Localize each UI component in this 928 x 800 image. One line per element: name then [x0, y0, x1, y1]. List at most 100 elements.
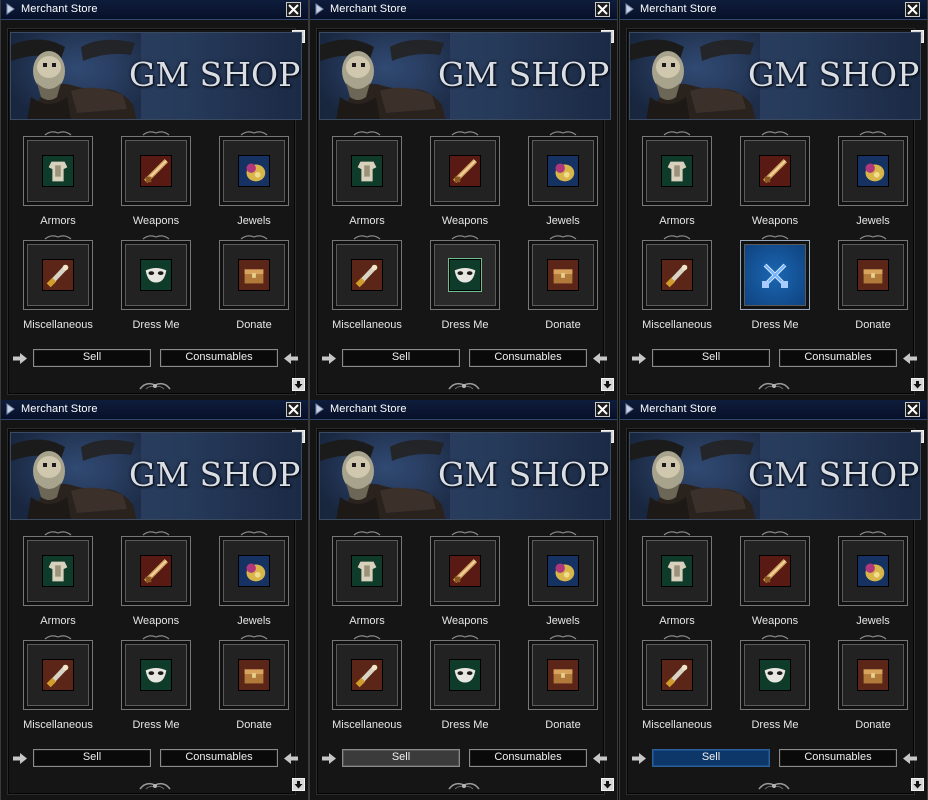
sell-button[interactable]: Sell — [33, 749, 151, 767]
arrow-down-icon — [913, 381, 922, 389]
consumables-button[interactable]: Consumables — [160, 749, 278, 767]
category-slot-jewels[interactable] — [219, 136, 289, 206]
close-button[interactable] — [905, 2, 920, 17]
category-label: Weapons — [441, 615, 489, 627]
category-slot-jewels[interactable] — [219, 536, 289, 606]
category-slot-jewels[interactable] — [838, 136, 908, 206]
category-slot-jewels[interactable] — [528, 536, 598, 606]
merchant-store-window-4: Merchant Store GM SHOP Armors Weapons Je… — [0, 400, 309, 800]
category-slot-miscellaneous[interactable] — [23, 640, 93, 710]
close-button[interactable] — [595, 2, 610, 17]
close-icon — [597, 4, 608, 15]
close-button[interactable] — [905, 402, 920, 417]
armor-icon — [661, 555, 693, 587]
category-slot-donate[interactable] — [528, 240, 598, 310]
shop-banner: GM SHOP — [629, 432, 921, 520]
category-slot-armors[interactable] — [23, 536, 93, 606]
category-slot-weapons[interactable] — [740, 136, 810, 206]
footer-ornament-icon — [139, 782, 171, 790]
category-slot-armors[interactable] — [332, 536, 402, 606]
category-slot-jewels[interactable] — [838, 536, 908, 606]
mask-icon — [140, 659, 172, 691]
weapon-icon — [759, 555, 791, 587]
left-arrow-icon — [284, 753, 298, 764]
category-slot-weapons[interactable] — [740, 536, 810, 606]
category-slot-armors[interactable] — [642, 536, 712, 606]
category-label: Armors — [40, 615, 76, 627]
close-button[interactable] — [286, 2, 301, 17]
title-arrow-icon — [6, 3, 15, 15]
category-slot-donate[interactable] — [838, 640, 908, 710]
sell-button[interactable]: Sell — [342, 749, 460, 767]
category-slot-jewels[interactable] — [528, 136, 598, 206]
sell-button[interactable]: Sell — [33, 349, 151, 367]
category-label: Weapons — [132, 215, 180, 227]
category-label: Dress Me — [441, 719, 489, 731]
sell-button[interactable]: Sell — [652, 349, 770, 367]
close-button[interactable] — [595, 402, 610, 417]
window-title: Merchant Store — [640, 403, 717, 415]
category-slot-weapons[interactable] — [430, 136, 500, 206]
scroll-down-button[interactable] — [601, 778, 614, 791]
scroll-down-button[interactable] — [292, 778, 305, 791]
arrow-down-icon — [294, 781, 303, 789]
chest-icon — [547, 659, 579, 691]
category-slot-dress-me[interactable] — [121, 240, 191, 310]
arrow-down-icon — [603, 781, 612, 789]
close-button[interactable] — [286, 402, 301, 417]
consumables-button[interactable]: Consumables — [779, 749, 897, 767]
category-slot-miscellaneous[interactable] — [23, 240, 93, 310]
title-bar[interactable]: Merchant Store — [310, 400, 617, 420]
category-slot-armors[interactable] — [23, 136, 93, 206]
window-title: Merchant Store — [21, 403, 98, 415]
chest-icon — [238, 259, 270, 291]
category-label: Weapons — [751, 215, 799, 227]
category-slot-armors[interactable] — [332, 136, 402, 206]
window-title: Merchant Store — [330, 3, 407, 15]
category-slot-donate[interactable] — [219, 640, 289, 710]
category-slot-dress-me[interactable] — [121, 640, 191, 710]
scroll-down-button[interactable] — [601, 378, 614, 391]
category-slot-weapons[interactable] — [430, 536, 500, 606]
banner-title: GM SHOP — [748, 455, 920, 494]
miscellaneous-icon — [661, 659, 693, 691]
jewel-icon — [857, 555, 889, 587]
category-slot-weapons[interactable] — [121, 136, 191, 206]
category-slot-dress-me[interactable] — [430, 240, 500, 310]
mask-icon — [140, 259, 172, 291]
category-slot-weapons[interactable] — [121, 536, 191, 606]
title-bar[interactable]: Merchant Store — [1, 0, 308, 20]
scroll-down-button[interactable] — [911, 778, 924, 791]
footer-ornament-icon — [758, 782, 790, 790]
title-bar[interactable]: Merchant Store — [620, 0, 927, 20]
category-slot-donate[interactable] — [219, 240, 289, 310]
consumables-button[interactable]: Consumables — [160, 349, 278, 367]
category-slot-dress-me[interactable] — [740, 240, 810, 310]
category-slot-miscellaneous[interactable] — [332, 640, 402, 710]
scroll-down-button[interactable] — [292, 378, 305, 391]
chest-icon — [857, 659, 889, 691]
footer-ornament-icon — [139, 382, 171, 390]
category-slot-donate[interactable] — [528, 640, 598, 710]
category-label: Miscellaneous — [332, 319, 402, 331]
consumables-button[interactable]: Consumables — [779, 349, 897, 367]
category-slot-miscellaneous[interactable] — [332, 240, 402, 310]
consumables-button[interactable]: Consumables — [469, 349, 587, 367]
category-slot-dress-me[interactable] — [740, 640, 810, 710]
category-slot-donate[interactable] — [838, 240, 908, 310]
sell-button[interactable]: Sell — [652, 749, 770, 767]
category-slot-dress-me[interactable] — [430, 640, 500, 710]
category-label: Jewels — [856, 615, 890, 627]
title-bar[interactable]: Merchant Store — [1, 400, 308, 420]
scroll-down-button[interactable] — [911, 378, 924, 391]
right-arrow-icon — [632, 353, 646, 364]
category-slot-miscellaneous[interactable] — [642, 240, 712, 310]
category-slot-armors[interactable] — [642, 136, 712, 206]
category-slot-miscellaneous[interactable] — [642, 640, 712, 710]
left-arrow-icon — [593, 753, 607, 764]
title-bar[interactable]: Merchant Store — [310, 0, 617, 20]
title-bar[interactable]: Merchant Store — [620, 400, 927, 420]
consumables-button[interactable]: Consumables — [469, 749, 587, 767]
sell-button[interactable]: Sell — [342, 349, 460, 367]
right-arrow-icon — [632, 753, 646, 764]
